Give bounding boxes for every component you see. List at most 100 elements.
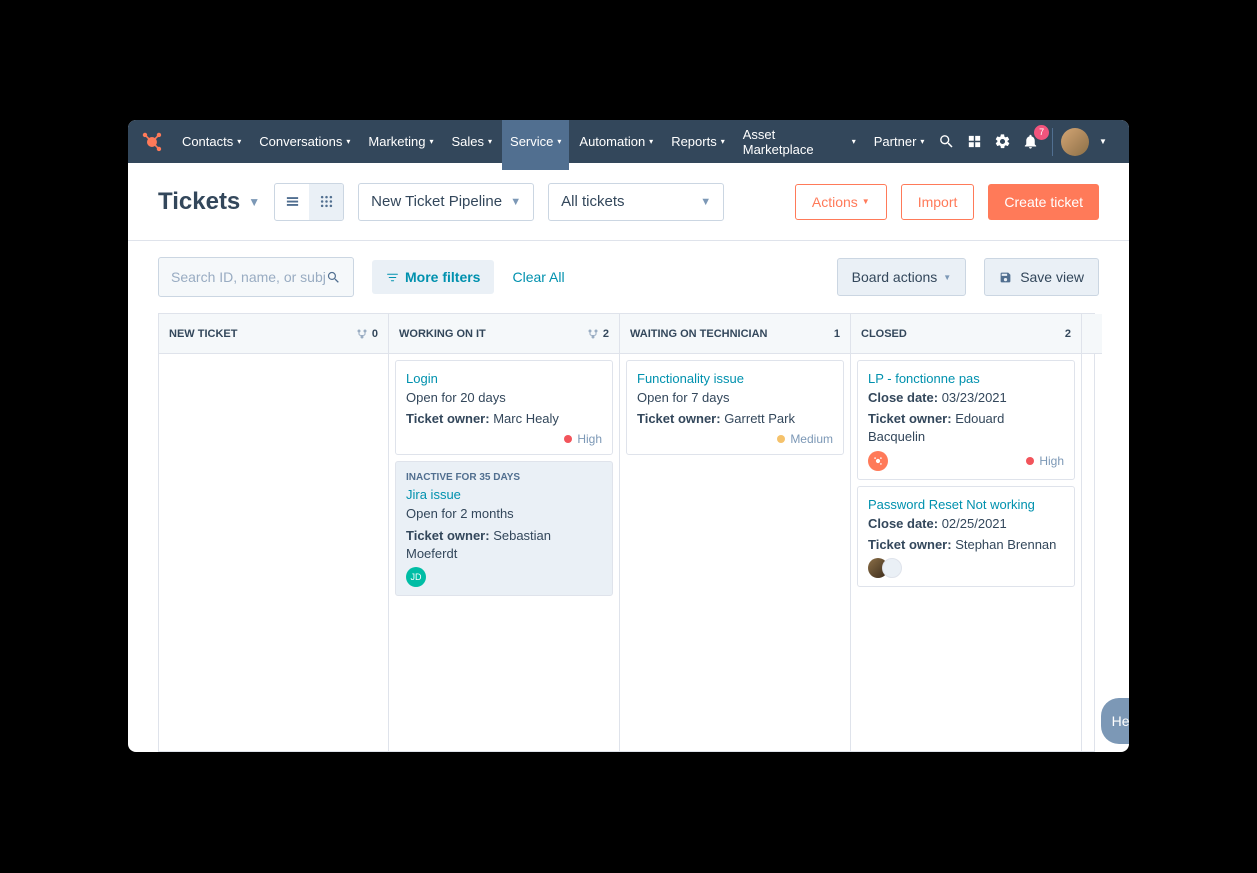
nav-item-label: Asset Marketplace	[743, 127, 848, 157]
user-avatar[interactable]	[1061, 128, 1089, 156]
close-date-label: Close date:	[868, 390, 938, 405]
board-view-button[interactable]	[309, 184, 343, 220]
assignee-avatar-row	[868, 558, 902, 578]
priority-label: Medium	[790, 432, 833, 446]
filter-bar: More filters Clear All Board actions ▼ S…	[128, 241, 1129, 313]
column-header: WAITING ON TECHNICIAN 1	[620, 314, 850, 354]
ticket-title[interactable]: Password Reset Not working	[868, 497, 1064, 512]
settings-gear-icon[interactable]	[988, 128, 1016, 156]
owner-label: Ticket owner:	[637, 411, 721, 426]
nav-item-label: Reports	[671, 134, 717, 149]
save-icon	[999, 271, 1012, 284]
more-filters-button[interactable]: More filters	[372, 260, 494, 294]
caret-down-icon: ▼	[248, 195, 260, 209]
ticket-open-duration: Open for 20 days	[406, 389, 602, 407]
tickets-select-value: All tickets	[561, 193, 624, 210]
chevron-down-icon: ▾	[649, 137, 653, 146]
priority-badge: Medium	[777, 432, 833, 446]
nav-item-partner[interactable]: Partner▾	[866, 120, 933, 170]
nav-item-contacts[interactable]: Contacts ▾	[174, 120, 249, 170]
nav-item-reports[interactable]: Reports▾	[663, 120, 733, 170]
ticket-card[interactable]: Login Open for 20 days Ticket owner: Mar…	[395, 360, 613, 455]
inactive-banner: INACTIVE FOR 35 DAYS	[406, 472, 602, 483]
column-count: 0	[372, 328, 378, 340]
column-count: 1	[834, 328, 840, 340]
column-header: WORKING ON IT 2	[389, 314, 619, 354]
notifications-bell-icon[interactable]: 7	[1016, 128, 1044, 156]
priority-label: High	[577, 432, 602, 446]
chevron-down-icon: ▾	[920, 137, 924, 146]
column-body[interactable]	[159, 354, 388, 751]
import-button[interactable]: Import	[901, 184, 975, 220]
column-body[interactable]: LP - fonctionne pas Close date: 03/23/20…	[851, 354, 1081, 751]
app-frame: Contacts▾Conversations▾Marketing▾Sales▾S…	[128, 120, 1129, 752]
nav-item-label: Conversations	[259, 134, 342, 149]
pipeline-select[interactable]: New Ticket Pipeline ▼	[358, 183, 534, 221]
owner-label: Ticket owner:	[868, 537, 952, 552]
ticket-card[interactable]: Functionality issue Open for 7 days Tick…	[626, 360, 844, 455]
save-view-label: Save view	[1020, 269, 1084, 285]
chevron-down-icon: ▾	[237, 137, 241, 146]
caret-down-icon: ▼	[700, 196, 711, 208]
help-button[interactable]: Help	[1101, 698, 1129, 744]
close-date-value: 03/23/2021	[942, 390, 1007, 405]
ticket-title[interactable]: Login	[406, 371, 602, 386]
nav-item-asset-marketplace[interactable]: Asset Marketplace ▾	[735, 120, 864, 170]
nav-item-conversations[interactable]: Conversations▾	[251, 120, 358, 170]
actions-label: Actions	[812, 194, 858, 210]
search-box[interactable]	[158, 257, 354, 297]
nav-item-marketing[interactable]: Marketing▾	[360, 120, 441, 170]
priority-badge: High	[564, 432, 602, 446]
ticket-title[interactable]: Jira issue	[406, 487, 602, 502]
nav-item-automation[interactable]: Automation▾	[571, 120, 661, 170]
column-body[interactable]: Functionality issue Open for 7 days Tick…	[620, 354, 850, 751]
notification-badge: 7	[1034, 125, 1049, 140]
actions-button[interactable]: Actions ▼	[795, 184, 887, 220]
hubspot-logo-icon[interactable]	[140, 130, 164, 154]
owner-name: Marc Healy	[493, 411, 559, 426]
nav-item-label: Contacts	[182, 134, 233, 149]
search-input[interactable]	[171, 269, 326, 285]
account-menu-chevron-icon[interactable]: ▼	[1089, 128, 1117, 156]
column-title: CLOSED	[861, 328, 1065, 340]
priority-badge: High	[1026, 454, 1064, 468]
ticket-card[interactable]: Password Reset Not working Close date: 0…	[857, 486, 1075, 587]
owner-name: Stephan Brennan	[955, 537, 1056, 552]
page-title-text: Tickets	[158, 188, 240, 216]
clear-all-link[interactable]: Clear All	[512, 269, 564, 285]
tickets-select[interactable]: All tickets ▼	[548, 183, 724, 221]
branch-icon	[356, 328, 368, 340]
nav-item-sales[interactable]: Sales▾	[443, 120, 500, 170]
search-icon	[326, 270, 341, 285]
ticket-card[interactable]: INACTIVE FOR 35 DAYS Jira issue Open for…	[395, 461, 613, 596]
create-ticket-label: Create ticket	[1004, 194, 1083, 210]
chevron-down-icon: ▾	[429, 137, 433, 146]
caret-down-icon: ▼	[510, 196, 521, 208]
ticket-title[interactable]: LP - fonctionne pas	[868, 371, 1064, 386]
column-title: WORKING ON IT	[399, 328, 587, 340]
page-title-dropdown[interactable]: Tickets ▼	[158, 188, 260, 216]
chevron-down-icon: ▾	[557, 137, 561, 146]
ticket-open-duration: Open for 7 days	[637, 389, 833, 407]
nav-item-label: Sales	[451, 134, 484, 149]
marketplace-icon[interactable]	[960, 128, 988, 156]
board-actions-button[interactable]: Board actions ▼	[837, 258, 967, 296]
board-actions-label: Board actions	[852, 269, 938, 285]
branch-icon	[587, 328, 599, 340]
priority-label: High	[1039, 454, 1064, 468]
list-view-button[interactable]	[275, 184, 309, 220]
search-icon[interactable]	[932, 128, 960, 156]
nav-item-label: Partner	[874, 134, 917, 149]
nav-item-service[interactable]: Service▾	[502, 120, 569, 170]
ticket-card[interactable]: LP - fonctionne pas Close date: 03/23/20…	[857, 360, 1075, 480]
ticket-title[interactable]: Functionality issue	[637, 371, 833, 386]
chevron-down-icon: ▾	[852, 137, 856, 146]
kanban-board: NEW TICKET 0 WORKING ON IT 2 Login Open …	[128, 313, 1129, 752]
column-waiting-on-technician: WAITING ON TECHNICIAN 1 Functionality is…	[620, 313, 851, 752]
column-header: NEW TICKET 0	[159, 314, 388, 354]
column-body[interactable]: Login Open for 20 days Ticket owner: Mar…	[389, 354, 619, 751]
import-label: Import	[918, 194, 958, 210]
close-date-value: 02/25/2021	[942, 516, 1007, 531]
create-ticket-button[interactable]: Create ticket	[988, 184, 1099, 220]
save-view-button[interactable]: Save view	[984, 258, 1099, 296]
